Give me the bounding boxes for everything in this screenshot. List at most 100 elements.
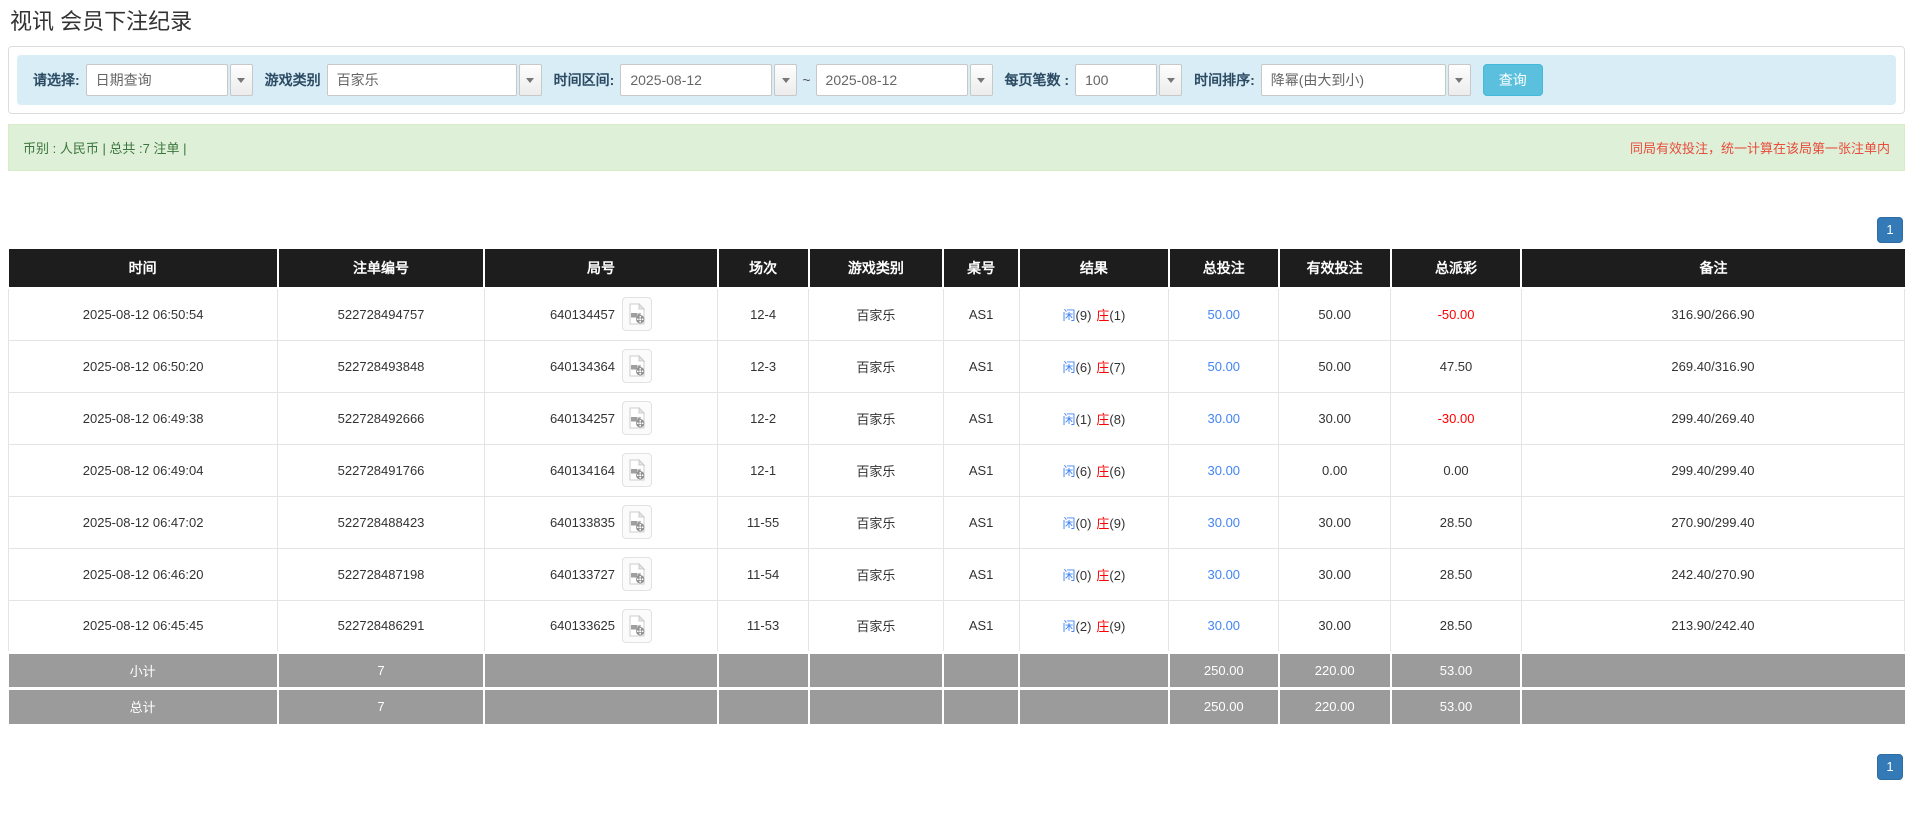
table-no-cell: AS1 <box>943 600 1019 652</box>
filter-bar: 请选择: 日期查询 游戏类别 百家乐 时间区间: 2025-08-12 ~ 20… <box>17 55 1896 105</box>
column-header-result: 结果 <box>1019 249 1169 288</box>
round-no-cell: 640134457 <box>484 288 717 340</box>
round-no-cell: 640133835 <box>484 496 717 548</box>
video-replay-button[interactable] <box>622 453 652 487</box>
round-no-value: 640134364 <box>550 359 615 374</box>
page-1-button[interactable]: 1 <box>1877 754 1903 780</box>
column-header-bet-no: 注单编号 <box>278 249 485 288</box>
video-file-icon <box>627 615 647 637</box>
player-result: 闲 <box>1063 412 1076 427</box>
total-valid-bet: 220.00 <box>1279 688 1391 724</box>
date-to-value[interactable]: 2025-08-12 <box>816 64 968 96</box>
payout-value: -50.00 <box>1438 307 1475 322</box>
round-no-cell: 640134364 <box>484 340 717 392</box>
total-bet-link[interactable]: 30.00 <box>1208 411 1241 426</box>
round-no-value: 640134457 <box>550 307 615 322</box>
banker-score: (1) <box>1109 308 1125 323</box>
date-to-dropdown-button[interactable] <box>970 64 993 96</box>
query-button[interactable]: 查询 <box>1483 64 1543 96</box>
banker-score: (9) <box>1109 619 1125 634</box>
round-no-value: 640133625 <box>550 618 615 633</box>
table-no-cell: AS1 <box>943 444 1019 496</box>
table-row: 2025-08-12 06:50:54 522728494757 6401344… <box>9 288 1905 340</box>
time-cell: 2025-08-12 06:50:20 <box>9 340 278 392</box>
session-cell: 12-1 <box>718 444 809 496</box>
payout-value: 47.50 <box>1440 359 1473 374</box>
game-cell: 百家乐 <box>809 496 944 548</box>
player-score: (0) <box>1076 516 1092 531</box>
table-body: 2025-08-12 06:50:54 522728494757 6401344… <box>9 288 1905 652</box>
valid-bet-cell: 50.00 <box>1279 288 1391 340</box>
date-from-value[interactable]: 2025-08-12 <box>620 64 772 96</box>
round-no-cell: 640133625 <box>484 600 717 652</box>
page-1-button[interactable]: 1 <box>1877 217 1903 243</box>
total-bet-link[interactable]: 30.00 <box>1208 463 1241 478</box>
banker-result: 庄 <box>1096 308 1109 323</box>
column-header-table-no: 桌号 <box>943 249 1019 288</box>
chevron-down-icon <box>526 78 534 83</box>
total-bet-cell: 50.00 <box>1169 288 1279 340</box>
payout-value: 28.50 <box>1440 567 1473 582</box>
time-sort-dropdown-button[interactable] <box>1448 64 1471 96</box>
player-result: 闲 <box>1063 568 1076 583</box>
select-type-dropdown-button[interactable] <box>230 64 253 96</box>
subtotal-label: 小计 <box>9 652 278 688</box>
date-from-dropdown-button[interactable] <box>774 64 797 96</box>
table-no-cell: AS1 <box>943 340 1019 392</box>
select-type-combobox[interactable]: 日期查询 <box>86 64 253 96</box>
valid-bet-cell: 30.00 <box>1279 548 1391 600</box>
video-replay-button[interactable] <box>622 349 652 383</box>
video-replay-button[interactable] <box>622 609 652 643</box>
select-type-value[interactable]: 日期查询 <box>86 64 228 96</box>
page-title: 视讯 会员下注纪录 <box>10 4 1913 36</box>
range-separator: ~ <box>802 72 810 88</box>
round-no-cell: 640134164 <box>484 444 717 496</box>
video-replay-button[interactable] <box>622 557 652 591</box>
video-replay-button[interactable] <box>622 401 652 435</box>
game-cell: 百家乐 <box>809 392 944 444</box>
time-cell: 2025-08-12 06:47:02 <box>9 496 278 548</box>
total-payout: 53.00 <box>1391 688 1522 724</box>
game-cell: 百家乐 <box>809 444 944 496</box>
per-page-value[interactable]: 100 <box>1075 64 1157 96</box>
player-result: 闲 <box>1063 516 1076 531</box>
player-score: (2) <box>1076 619 1092 634</box>
video-file-icon <box>627 511 647 533</box>
select-type-label: 请选择: <box>33 70 80 90</box>
subtotal-count: 7 <box>278 652 485 688</box>
player-result: 闲 <box>1063 360 1076 375</box>
game-type-dropdown-button[interactable] <box>519 64 542 96</box>
date-from-combobox[interactable]: 2025-08-12 <box>620 64 797 96</box>
summary-bar: 币别 : 人民币 | 总共 :7 注单 | 同局有效投注，统一计算在该局第一张注… <box>8 124 1905 171</box>
total-bet-link[interactable]: 50.00 <box>1208 307 1241 322</box>
payout-value: 28.50 <box>1440 515 1473 530</box>
banker-score: (9) <box>1109 516 1125 531</box>
total-bet-link[interactable]: 50.00 <box>1208 359 1241 374</box>
player-result: 闲 <box>1063 619 1076 634</box>
banker-result: 庄 <box>1096 568 1109 583</box>
banker-result: 庄 <box>1096 412 1109 427</box>
per-page-dropdown-button[interactable] <box>1159 64 1182 96</box>
time-sort-value[interactable]: 降幂(由大到小) <box>1261 64 1446 96</box>
table-header-row: 时间 注单编号 局号 场次 游戏类别 桌号 结果 总投注 有效投注 总派彩 备注 <box>9 249 1905 288</box>
filter-panel: 请选择: 日期查询 游戏类别 百家乐 时间区间: 2025-08-12 ~ 20… <box>8 46 1905 114</box>
date-to-combobox[interactable]: 2025-08-12 <box>816 64 993 96</box>
total-bet-link[interactable]: 30.00 <box>1208 618 1241 633</box>
total-bet-cell: 30.00 <box>1169 444 1279 496</box>
total-bet-link[interactable]: 30.00 <box>1208 515 1241 530</box>
per-page-combobox[interactable]: 100 <box>1075 64 1182 96</box>
total-bet-cell: 30.00 <box>1169 496 1279 548</box>
round-no-cell: 640134257 <box>484 392 717 444</box>
subtotal-payout: 53.00 <box>1391 652 1522 688</box>
video-replay-button[interactable] <box>622 297 652 331</box>
round-no-value: 640133727 <box>550 567 615 582</box>
video-replay-button[interactable] <box>622 505 652 539</box>
time-sort-combobox[interactable]: 降幂(由大到小) <box>1261 64 1471 96</box>
bet-no-cell: 522728493848 <box>278 340 485 392</box>
game-type-value[interactable]: 百家乐 <box>327 64 517 96</box>
total-bet-link[interactable]: 30.00 <box>1208 567 1241 582</box>
chevron-down-icon <box>782 78 790 83</box>
round-no-cell: 640133727 <box>484 548 717 600</box>
session-cell: 11-55 <box>718 496 809 548</box>
game-type-combobox[interactable]: 百家乐 <box>327 64 542 96</box>
